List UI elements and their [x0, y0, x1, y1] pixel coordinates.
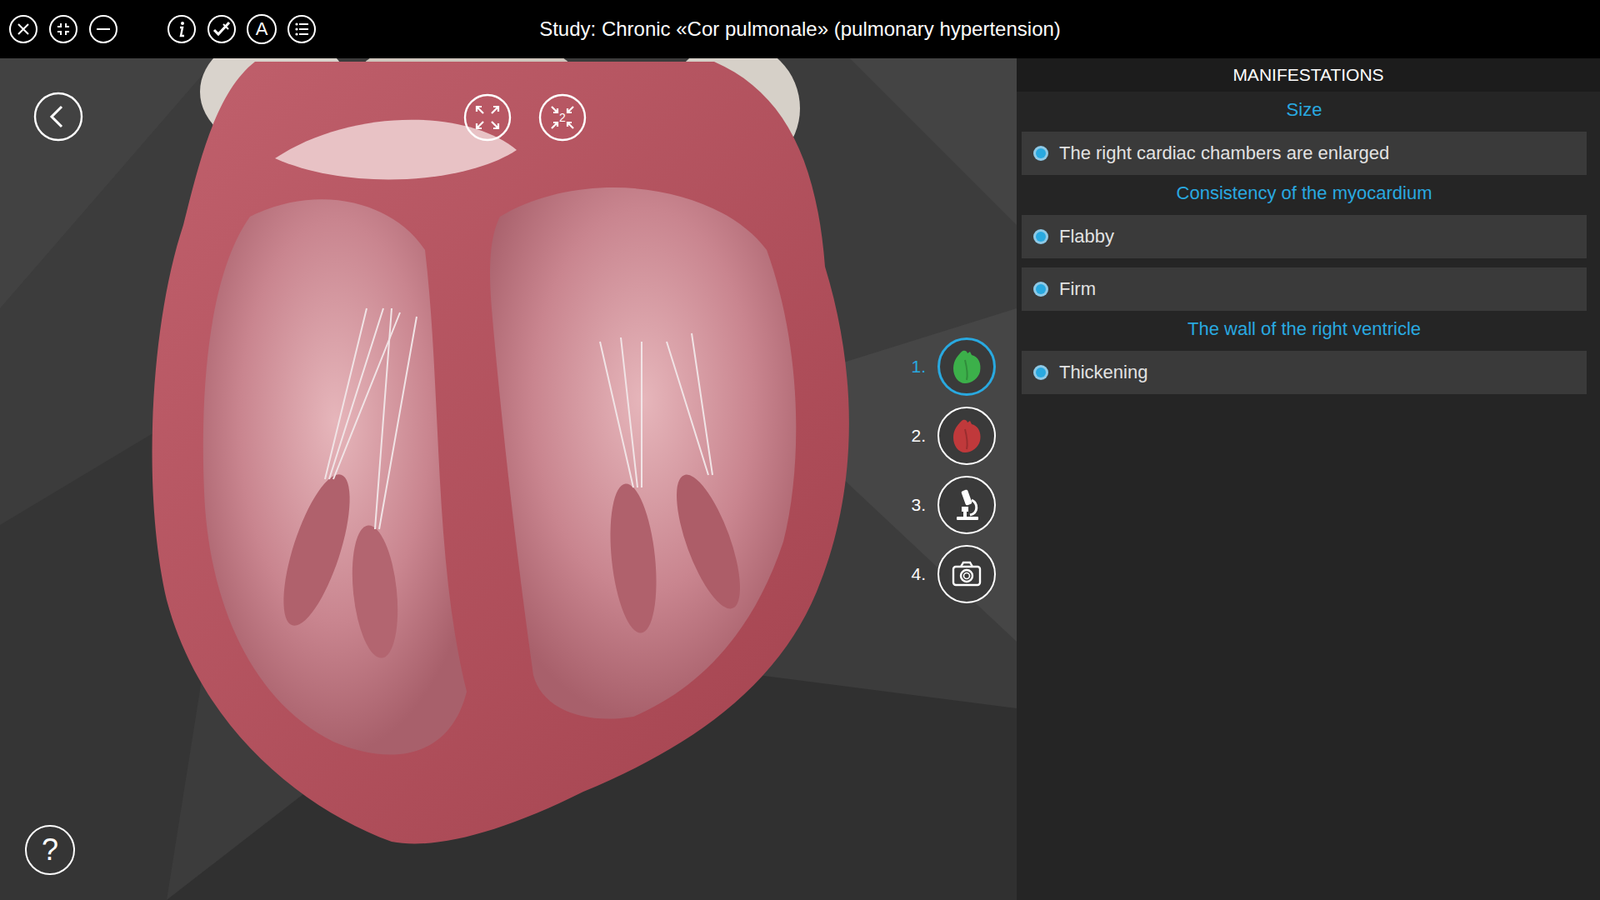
heart-model[interactable] [0, 58, 1017, 900]
manifestation-item[interactable]: Flabby [1021, 215, 1587, 259]
app-window: A Study: Chronic «Cor pulmonale» (pulmon… [0, 0, 1600, 900]
window-title: Study: Chronic «Cor pulmonale» (pulmonar… [400, 17, 1200, 41]
bullet-dot [1035, 284, 1046, 295]
heart-icon [950, 348, 984, 385]
model-viewer[interactable]: 2 1. 2. 3. 4. ? [0, 58, 1017, 900]
info-button[interactable] [166, 14, 197, 45]
step-item: 4. [904, 545, 996, 604]
collapse-button[interactable] [48, 14, 79, 45]
study-tools: A [166, 14, 317, 45]
step-button[interactable] [937, 545, 996, 604]
expand-button[interactable] [463, 93, 512, 142]
manifestation-item[interactable]: The right cardiac chambers are enlarged [1021, 131, 1587, 175]
font-button[interactable]: A [246, 14, 277, 45]
step-button[interactable] [937, 337, 996, 396]
manifestation-label: The right cardiac chambers are enlarged [1059, 142, 1390, 165]
step-number: 4. [904, 564, 926, 585]
manifestation-item[interactable]: Firm [1021, 267, 1587, 311]
fit-button[interactable]: 2 [538, 93, 587, 142]
close-icon [8, 14, 39, 45]
heart-icon [950, 417, 984, 455]
close-button[interactable] [8, 14, 39, 45]
back-button[interactable] [33, 91, 84, 142]
manifestation-section: Consistency of the myocardium Flabby Fir… [1021, 175, 1587, 311]
expand-icon [463, 93, 512, 142]
section-heading: Consistency of the myocardium [1021, 175, 1587, 206]
bullet-dot [1035, 231, 1046, 242]
toolbar: A [0, 14, 317, 45]
marker-button[interactable] [206, 14, 237, 45]
panel-title: MANIFESTATIONS [1016, 58, 1600, 92]
step-list: 1. 2. 3. 4. [904, 337, 996, 604]
manifestations-panel: MANIFESTATIONS Size The right cardiac ch… [1016, 58, 1600, 900]
manifestation-label: Flabby [1059, 225, 1115, 248]
step-number: 3. [904, 495, 926, 515]
microscope-icon [950, 486, 984, 524]
manifestation-label: Thickening [1059, 361, 1148, 384]
step-item: 2. [904, 406, 996, 465]
zoom-tools: 2 [463, 93, 587, 142]
camera-icon [950, 555, 984, 593]
help-label: ? [41, 835, 59, 865]
step-button[interactable] [937, 406, 996, 465]
section-heading: Size [1021, 91, 1587, 123]
step-item: 3. [904, 475, 996, 535]
chevron-left-icon [33, 91, 84, 142]
window-controls [8, 14, 119, 45]
section-heading: The wall of the right ventricle [1021, 310, 1587, 342]
collapse-icon [48, 14, 79, 45]
check-brush-icon [206, 14, 237, 45]
step-number: 1. [904, 356, 926, 377]
list-icon [286, 14, 317, 45]
manifestation-list: Size The right cardiac chambers are enla… [1016, 91, 1600, 395]
bullet-dot [1035, 148, 1046, 159]
step-number: 2. [904, 425, 926, 446]
minimize-button[interactable] [88, 14, 119, 45]
manifestation-section: The wall of the right ventricle Thickeni… [1021, 310, 1587, 395]
manifestation-label: Firm [1059, 278, 1096, 300]
zoom-badge: 2 [538, 109, 587, 126]
font-button-label: A [255, 20, 269, 39]
step-button[interactable] [937, 475, 996, 535]
list-button[interactable] [286, 14, 317, 45]
bullet-dot [1035, 367, 1046, 378]
top-bar: A Study: Chronic «Cor pulmonale» (pulmon… [0, 0, 1600, 59]
info-icon [166, 14, 197, 45]
minus-icon [88, 14, 119, 45]
help-button[interactable]: ? [25, 825, 75, 875]
main-area: 2 1. 2. 3. 4. ? MANIFESTATIONS Size The … [0, 58, 1600, 900]
step-item: 1. [904, 337, 996, 396]
manifestation-item[interactable]: Thickening [1021, 350, 1587, 395]
manifestation-section: Size The right cardiac chambers are enla… [1021, 91, 1587, 175]
